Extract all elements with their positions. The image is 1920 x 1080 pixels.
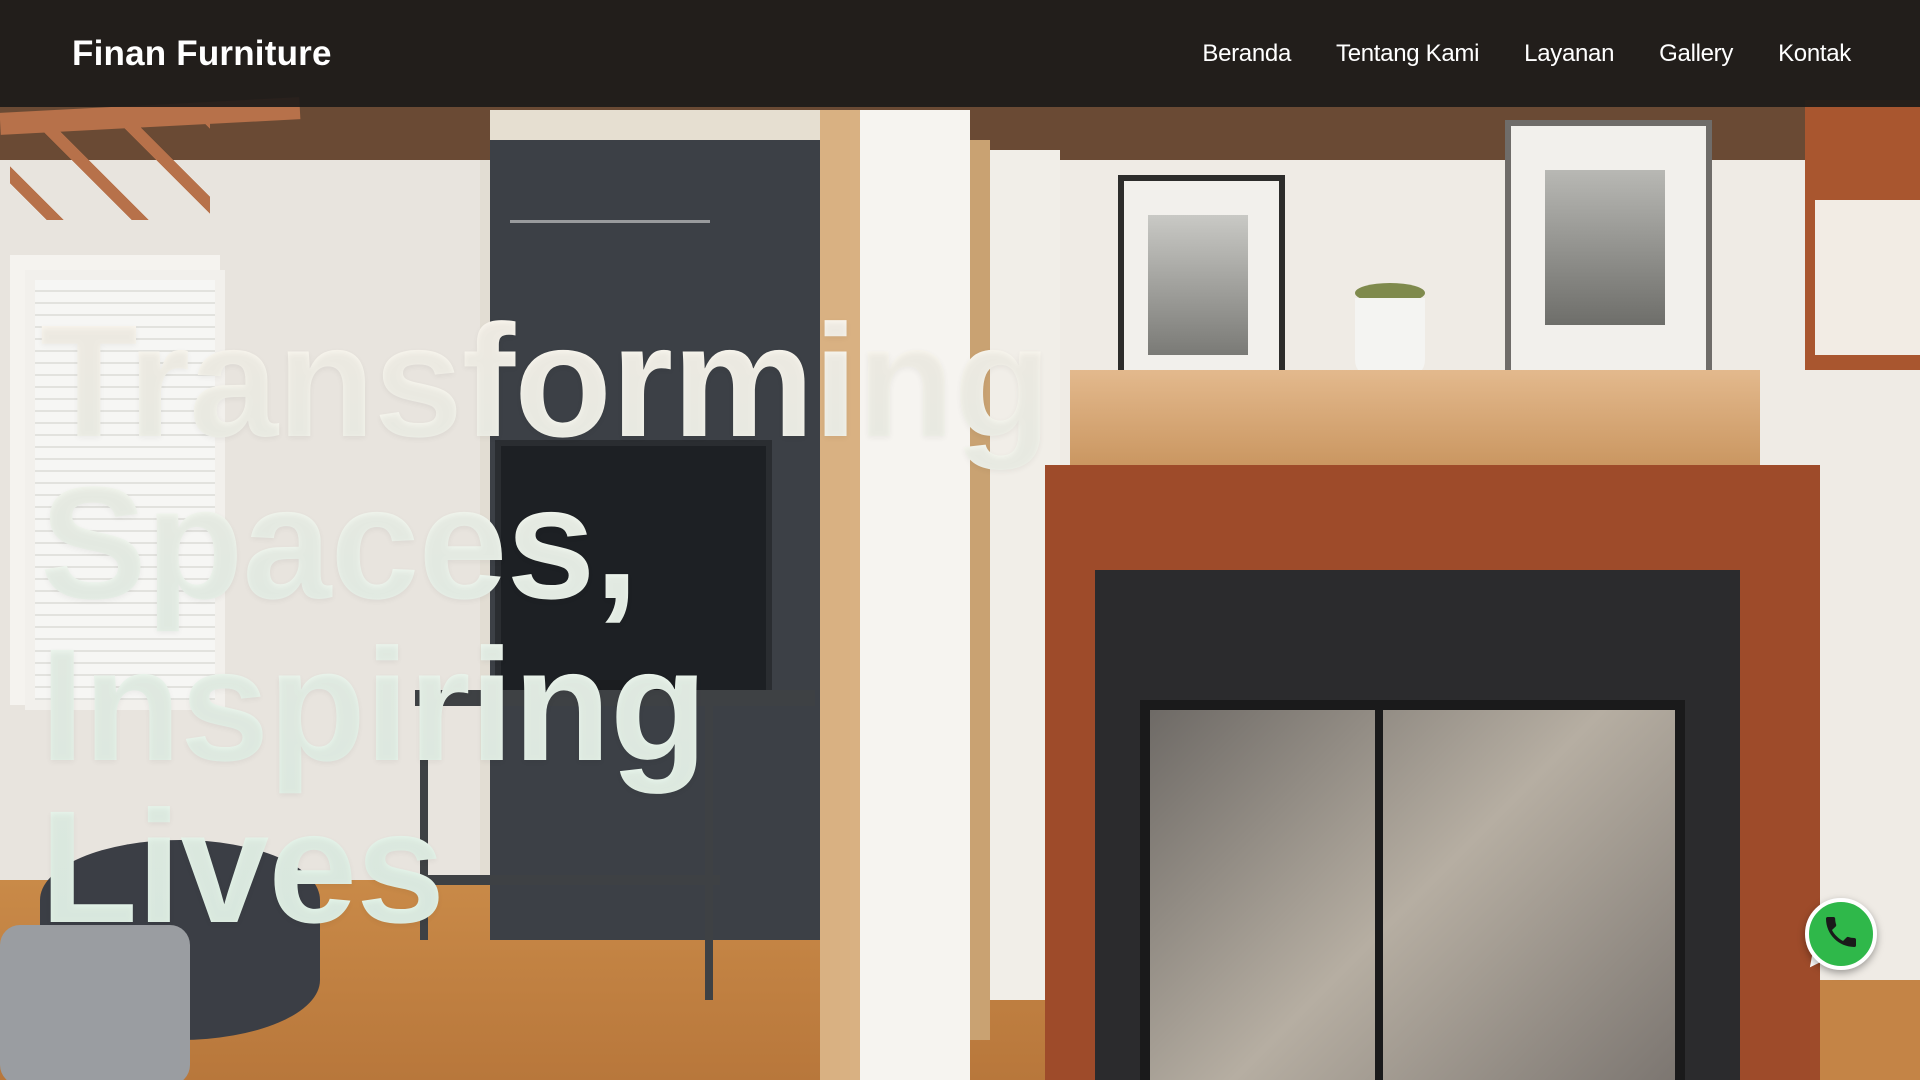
brand-logo-link[interactable]: Finan Furniture: [72, 34, 332, 74]
hero-title-line-1: Transforming: [40, 291, 1051, 470]
hero-title-line-3: Lives: [40, 777, 445, 956]
whatsapp-chat-button[interactable]: [1805, 898, 1877, 970]
whatsapp-phone-icon: [1821, 912, 1861, 957]
nav-link-kontak[interactable]: Kontak: [1778, 40, 1851, 68]
nav-link-gallery[interactable]: Gallery: [1659, 40, 1733, 68]
hero-title: Transforming Spaces, Inspiring Lives: [40, 300, 1290, 948]
nav-link-beranda[interactable]: Beranda: [1202, 40, 1291, 68]
nav-menu: Beranda Tentang Kami Layanan Gallery Kon…: [1202, 40, 1851, 68]
nav-link-layanan[interactable]: Layanan: [1524, 40, 1614, 68]
hero-title-line-2: Spaces, Inspiring: [40, 453, 708, 794]
navbar: Finan Furniture Beranda Tentang Kami Lay…: [0, 0, 1920, 107]
nav-link-tentang-kami[interactable]: Tentang Kami: [1336, 40, 1479, 68]
